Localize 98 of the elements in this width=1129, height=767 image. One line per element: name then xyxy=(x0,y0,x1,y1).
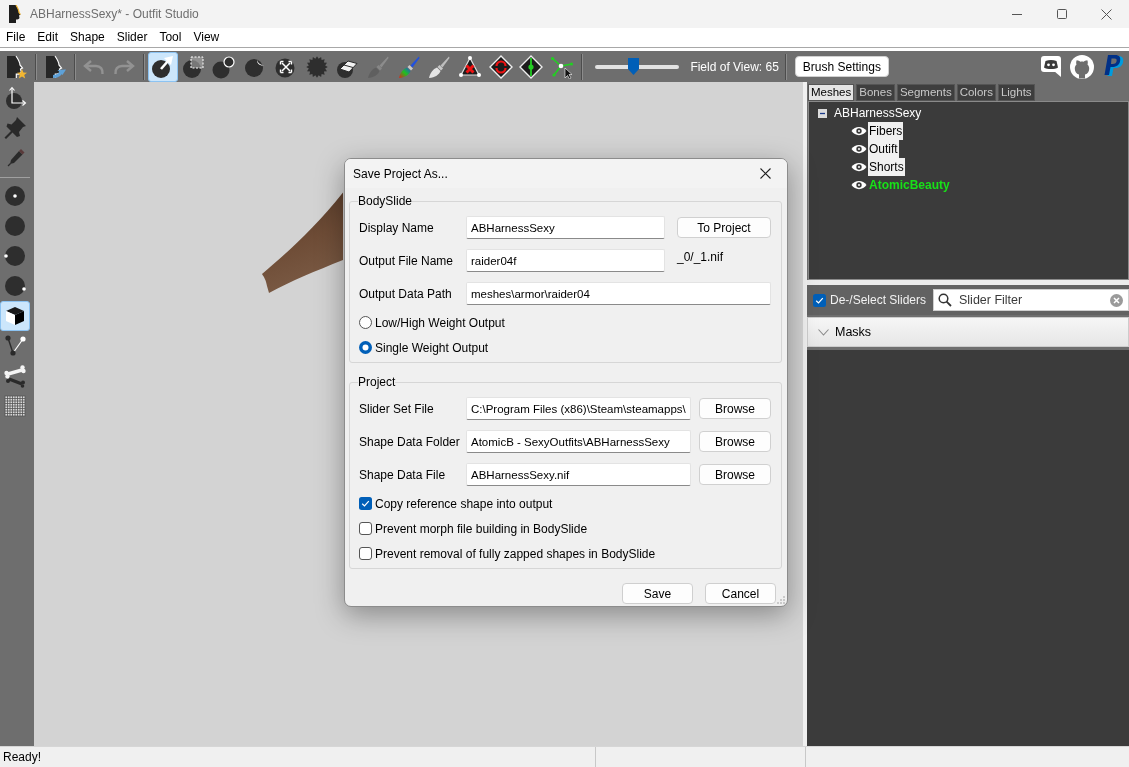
slider-thumb[interactable] xyxy=(627,57,639,75)
menu-item[interactable]: Tool xyxy=(153,28,188,47)
window-title: ABHarnessSexy* - Outfit Studio xyxy=(30,7,199,21)
eye-icon[interactable] xyxy=(851,126,867,136)
ball-bubble-icon xyxy=(212,54,237,79)
text-field[interactable]: AtomicB - SexyOutfits\ABHarnessSexy xyxy=(466,430,691,453)
project-tree-item[interactable]: ABHarnessSexy xyxy=(834,106,922,120)
checkbox-label: Prevent morph file building in BodySlide xyxy=(375,521,588,536)
panel-tab[interactable]: Segments xyxy=(896,84,955,101)
masks-pane-header[interactable]: Masks xyxy=(807,317,1129,347)
group-title: BodySlide xyxy=(358,194,413,208)
eye-icon[interactable] xyxy=(851,144,867,154)
diamond-arrows-icon xyxy=(488,54,513,79)
text-field[interactable]: ABHarnessSexy xyxy=(466,216,665,239)
ball-left-dot-icon xyxy=(3,244,27,268)
masks-label: Masks xyxy=(835,325,872,339)
clear-icon[interactable] xyxy=(1110,293,1123,307)
ball-square-icon xyxy=(181,54,206,79)
eye-icon[interactable] xyxy=(851,162,867,172)
status-text: Ready! xyxy=(3,750,42,764)
fov-label: Field of View: 65 xyxy=(690,59,779,74)
dialog-button[interactable]: Save xyxy=(622,583,693,604)
nodes-cursor-icon xyxy=(550,54,575,79)
head-arrow-icon xyxy=(43,54,68,79)
tree-item[interactable]: Fibers xyxy=(868,122,904,140)
chevron-down-icon xyxy=(818,328,829,336)
slider-filter-field[interactable]: Slider Filter xyxy=(933,289,1129,311)
radio-label: Single Weight Output xyxy=(375,340,489,355)
grid-icon xyxy=(3,394,27,418)
field-label: Output File Name xyxy=(359,253,455,268)
dialog-title: Save Project As... xyxy=(353,166,448,181)
radio-button[interactable] xyxy=(359,316,372,329)
checkbox-label: De-/Select Sliders xyxy=(830,293,927,307)
ball-icon xyxy=(3,214,27,238)
panel-tab[interactable]: Bones xyxy=(856,84,895,101)
text-field[interactable]: C:\Program Files (x86)\Steam\steamapps\ xyxy=(466,397,691,420)
field-button[interactable]: To Project xyxy=(677,217,771,238)
search-icon xyxy=(938,293,952,307)
tool-button[interactable] xyxy=(147,51,179,82)
menu-item[interactable]: Slider xyxy=(110,28,154,47)
group-title: Project xyxy=(358,375,396,389)
field-button[interactable]: Browse xyxy=(699,464,771,485)
paintbrush-icon xyxy=(365,54,390,79)
checkbox-label: Prevent removal of fully zapped shapes in BodySlide xyxy=(375,546,656,561)
menu-item[interactable]: Edit xyxy=(31,28,65,47)
ball-right-dot-icon xyxy=(3,274,27,298)
github-icon[interactable] xyxy=(1070,54,1094,79)
eye-icon[interactable] xyxy=(851,180,867,190)
field-label: Output Data Path xyxy=(359,286,453,301)
app-logo-icon xyxy=(8,5,21,23)
file-suffix-text: _0/_1.nif xyxy=(677,250,724,264)
tree-item[interactable]: Shorts xyxy=(868,158,905,176)
paypal-icon[interactable] xyxy=(1103,54,1124,79)
minimize-icon xyxy=(1011,13,1022,15)
field-label: Display Name xyxy=(359,220,435,235)
dialog-button[interactable]: Cancel xyxy=(705,583,776,604)
field-button[interactable]: Browse xyxy=(699,398,771,419)
radio-button[interactable] xyxy=(359,341,372,354)
radio-label: Low/High Weight Output xyxy=(375,315,505,330)
axes-icon xyxy=(3,86,27,110)
tool-button[interactable] xyxy=(0,301,30,331)
pushpin-icon xyxy=(3,116,27,140)
tree-item[interactable]: AtomicBeauty xyxy=(868,176,951,194)
field-label: Slider Set File xyxy=(359,401,435,416)
checkbox[interactable] xyxy=(359,497,372,510)
menu-item[interactable]: View xyxy=(187,28,226,47)
field-label: Shape Data Folder xyxy=(359,434,461,449)
panel-tab[interactable]: Lights xyxy=(997,84,1035,101)
collapse-icon[interactable] xyxy=(818,108,827,118)
resize-grip-icon[interactable] xyxy=(777,596,785,604)
close-icon xyxy=(1101,8,1112,20)
text-field[interactable]: meshes\armor\raider04 xyxy=(466,282,771,305)
close-icon xyxy=(759,168,771,179)
menu-item[interactable]: Shape xyxy=(64,28,111,47)
text-field[interactable]: ABHarnessSexy.nif xyxy=(466,463,691,486)
tree-item[interactable]: Outift xyxy=(868,140,899,158)
checkbox[interactable] xyxy=(813,293,826,307)
checkbox[interactable] xyxy=(359,547,372,560)
cube-icon xyxy=(3,304,27,328)
color-brush-icon xyxy=(396,54,421,79)
head-star-icon xyxy=(4,54,29,79)
ball-center-dot-icon xyxy=(3,184,27,208)
ball-arrow-icon xyxy=(151,54,176,79)
checkbox-label: Copy reference shape into output xyxy=(375,496,553,511)
text-field[interactable]: raider04f xyxy=(466,249,665,272)
bone-icon xyxy=(3,364,27,388)
field-label: Shape Data File xyxy=(359,467,447,482)
brush-settings-button[interactable]: Brush Settings xyxy=(794,56,889,77)
panel-tab[interactable]: Meshes xyxy=(808,84,855,101)
joint-lines-icon xyxy=(3,334,27,358)
panel-tab[interactable]: Colors xyxy=(956,84,996,101)
maximize-icon xyxy=(1056,9,1067,19)
menu-item[interactable]: File xyxy=(0,28,32,47)
checkbox[interactable] xyxy=(359,522,372,535)
discord-icon[interactable] xyxy=(1041,56,1061,77)
paintbrush-icon xyxy=(427,54,452,79)
triangle-x-icon xyxy=(457,54,482,79)
field-button[interactable]: Browse xyxy=(699,431,771,452)
